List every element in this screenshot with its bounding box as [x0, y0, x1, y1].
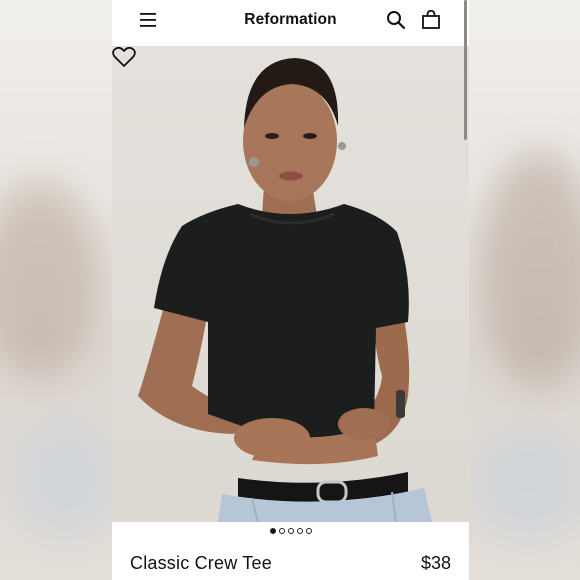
product-name: Classic Crew Tee: [130, 553, 272, 573]
gallery-pagination-dots: [112, 528, 469, 538]
left-blurred-backdrop: [0, 0, 120, 580]
heart-icon[interactable]: [112, 46, 136, 68]
gallery-dot-2[interactable]: [278, 528, 285, 534]
product-price: $38: [420, 553, 451, 573]
gallery-dot-1[interactable]: [269, 528, 276, 534]
gallery-dot-4[interactable]: [296, 528, 303, 534]
model-photo: [138, 58, 432, 522]
product-page: Reformation Classic Crew Tee $38: [112, 0, 469, 580]
shopping-bag-icon[interactable]: [421, 10, 441, 30]
gallery-dot-5[interactable]: [305, 528, 312, 534]
scrollbar[interactable]: [464, 0, 467, 140]
product-image-gallery[interactable]: [112, 46, 469, 522]
gallery-dot-3[interactable]: [287, 528, 294, 534]
top-navigation-bar: Reformation: [112, 0, 469, 46]
search-icon[interactable]: [386, 10, 406, 30]
brand-logo[interactable]: Reformation: [112, 11, 469, 29]
right-blurred-backdrop: [469, 0, 580, 580]
